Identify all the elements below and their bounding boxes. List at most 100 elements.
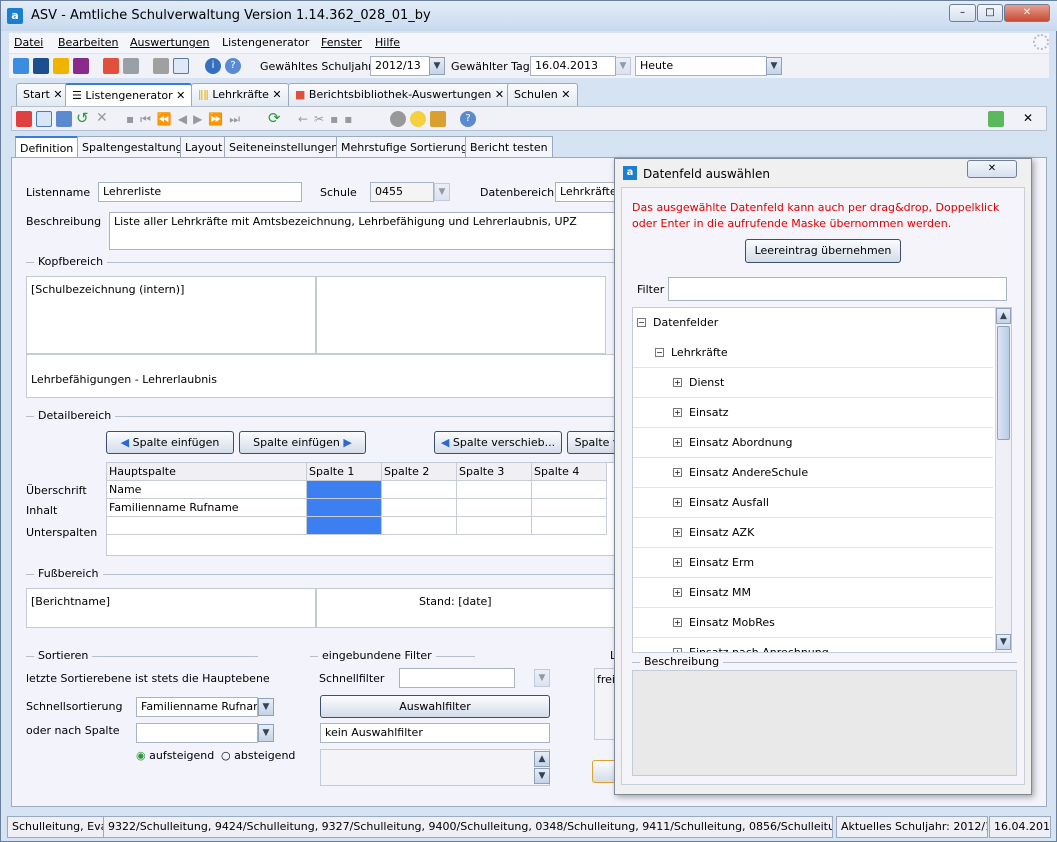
- chevron-down-icon[interactable]: ▼: [615, 57, 631, 75]
- subtab-definition[interactable]: Definition: [15, 136, 79, 158]
- chevron-down-icon[interactable]: ▼: [534, 669, 550, 687]
- menu-hilfe[interactable]: Hilfe: [375, 36, 400, 49]
- radio-checked-icon[interactable]: ◉: [136, 749, 146, 762]
- maximize-button[interactable]: □: [977, 4, 1003, 22]
- menu-listengenerator[interactable]: Listengenerator: [222, 36, 309, 49]
- column-header[interactable]: Spalte 3: [457, 463, 532, 481]
- chevron-down-icon[interactable]: ▼: [434, 183, 450, 201]
- insert-column-right-button[interactable]: Spalte einfügen ▶: [239, 431, 366, 454]
- tree-node[interactable]: + Einsatz AZK: [633, 518, 993, 548]
- refresh-icon[interactable]: ⟳: [268, 111, 284, 127]
- grid-cell[interactable]: [532, 517, 607, 535]
- beschreibung-input[interactable]: Liste aller Lehrkräfte mit Amtsbezeichnu…: [109, 212, 619, 250]
- grid-cell[interactable]: Name: [107, 481, 307, 499]
- tree-node[interactable]: + Einsatz AndereSchule: [633, 458, 993, 488]
- scrollbar-thumb[interactable]: [997, 326, 1010, 440]
- collapse-icon[interactable]: −: [637, 318, 646, 327]
- filter-list[interactable]: ▲ ▼: [320, 749, 550, 786]
- menu-bearbeiten[interactable]: Bearbeiten: [58, 36, 118, 49]
- library-icon[interactable]: [103, 58, 119, 74]
- scroll-up-icon[interactable]: ▲: [996, 308, 1011, 324]
- people-icon[interactable]: [13, 58, 29, 74]
- tree-node-lehrkraefte[interactable]: − Lehrkräfte: [633, 338, 993, 368]
- column-header[interactable]: Spalte 2: [382, 463, 457, 481]
- scroll-up-icon[interactable]: ▲: [534, 751, 550, 767]
- expand-icon[interactable]: +: [673, 528, 682, 537]
- close-tab-icon[interactable]: ✕: [53, 88, 62, 101]
- scroll-down-icon[interactable]: ▼: [534, 768, 550, 784]
- tab-berichtsbibliothek[interactable]: ■ Berichtsbibliothek-Auswertungen ✕: [288, 83, 512, 106]
- schuljahr-select[interactable]: 2012/13: [370, 56, 430, 76]
- expand-icon[interactable]: +: [673, 468, 682, 477]
- schnellfilter-select[interactable]: [399, 668, 515, 688]
- radio-unchecked-icon[interactable]: ○: [221, 749, 231, 762]
- subtab-seiteneinstellungen[interactable]: Seiteneinstellungen: [224, 136, 344, 158]
- grid-cell[interactable]: [457, 517, 532, 535]
- heute-select[interactable]: Heute: [635, 56, 767, 76]
- help-icon[interactable]: ?: [225, 58, 241, 74]
- teachers-icon[interactable]: [53, 58, 69, 74]
- grid-cell[interactable]: [382, 499, 457, 517]
- tree-node[interactable]: + Einsatz nach Anrechnung: [633, 638, 993, 652]
- scroll-down-icon[interactable]: ▼: [996, 634, 1011, 650]
- tree-node[interactable]: + Einsatz Ausfall: [633, 488, 993, 518]
- tree-node[interactable]: + Einsatz Erm: [633, 548, 993, 578]
- tree-node[interactable]: + Einsatz MM: [633, 578, 993, 608]
- expand-icon[interactable]: +: [673, 378, 682, 387]
- tab-lehrkraefte[interactable]: ǁǁ Lehrkräfte ✕: [191, 83, 289, 106]
- subtab-mehrstufige-sortierung[interactable]: Mehrstufige Sortierung: [336, 136, 473, 158]
- menu-fenster[interactable]: Fenster: [321, 36, 362, 49]
- menu-auswertungen[interactable]: Auswertungen: [130, 36, 210, 49]
- listenname-input[interactable]: Lehrerliste: [98, 182, 302, 202]
- chevron-down-icon[interactable]: ▼: [429, 57, 445, 75]
- chevron-down-icon[interactable]: ▼: [258, 724, 274, 742]
- auswahlfilter-button[interactable]: Auswahlfilter: [320, 695, 550, 718]
- column-header[interactable]: Spalte 4: [532, 463, 607, 481]
- tree-scrollbar[interactable]: ▲ ▼: [995, 308, 1011, 652]
- grid-cell[interactable]: [382, 481, 457, 499]
- close-tab-icon[interactable]: ✕: [561, 88, 570, 101]
- filter-input[interactable]: [668, 277, 1007, 301]
- report-icon[interactable]: [73, 58, 89, 74]
- copy-icon[interactable]: [153, 58, 169, 74]
- tab-listengenerator[interactable]: ☰ Listengenerator ✕: [65, 83, 193, 106]
- grid-cell[interactable]: [107, 517, 307, 535]
- bell-icon[interactable]: [430, 111, 446, 127]
- menu-datei[interactable]: Datei: [14, 36, 43, 49]
- subtab-spaltengestaltung[interactable]: Spaltengestaltung: [77, 136, 188, 158]
- tab-schulen[interactable]: Schulen ✕: [507, 83, 578, 106]
- tab-start[interactable]: Start ✕: [16, 83, 70, 106]
- grid-cell[interactable]: [457, 499, 532, 517]
- grid-cell[interactable]: [457, 481, 532, 499]
- window-icon[interactable]: [173, 58, 189, 74]
- chevron-down-icon[interactable]: ▼: [258, 698, 274, 716]
- close-button[interactable]: ✕: [1004, 4, 1050, 22]
- save-icon[interactable]: [56, 111, 72, 127]
- kopf-line2-field[interactable]: Lehrbefähigungen - Lehrerlaubnis: [26, 354, 616, 398]
- tree-node-datenfelder[interactable]: − Datenfelder: [633, 308, 993, 338]
- minimize-button[interactable]: –: [949, 4, 976, 22]
- spalte-select[interactable]: [136, 723, 258, 743]
- print-icon[interactable]: [123, 58, 139, 74]
- expand-icon[interactable]: +: [673, 438, 682, 447]
- info-icon[interactable]: i: [205, 58, 221, 74]
- grid-cell-selected[interactable]: [307, 499, 382, 517]
- expand-icon[interactable]: +: [673, 498, 682, 507]
- grid-cell-selected[interactable]: [307, 517, 382, 535]
- column-header[interactable]: Spalte 1: [307, 463, 382, 481]
- grid-cell[interactable]: Familienname Rufname: [107, 499, 307, 517]
- expand-icon[interactable]: +: [673, 408, 682, 417]
- sync-icon[interactable]: [988, 111, 1004, 127]
- tag-input[interactable]: 16.04.2013: [530, 56, 616, 76]
- grid-cell-selected[interactable]: [307, 481, 382, 499]
- radio-aufsteigend[interactable]: ◉ aufsteigend: [136, 749, 214, 762]
- fuss-left-field[interactable]: [Berichtname]: [26, 588, 316, 628]
- insert-column-left-button[interactable]: ◀ Spalte einfügen: [106, 431, 234, 454]
- chevron-down-icon[interactable]: ▼: [766, 57, 782, 75]
- grid-cell[interactable]: [532, 499, 607, 517]
- class-icon[interactable]: [33, 58, 49, 74]
- datenbereich-select[interactable]: Lehrkräfte: [555, 182, 615, 202]
- kopf-left-field[interactable]: [Schulbezeichnung (intern)]: [26, 276, 316, 354]
- tree-node[interactable]: + Einsatz Abordnung: [633, 428, 993, 458]
- close-icon[interactable]: ✕: [1020, 111, 1036, 127]
